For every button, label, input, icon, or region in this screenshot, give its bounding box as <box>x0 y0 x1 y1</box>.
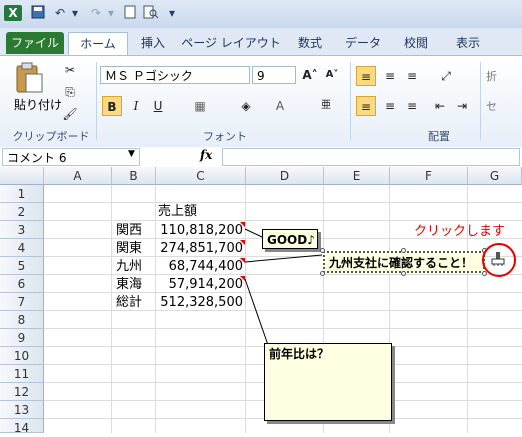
cut-icon[interactable]: ✂ <box>60 60 80 80</box>
phonetic-icon[interactable]: 亜 <box>316 96 336 116</box>
comment-good[interactable]: GOOD♪ <box>262 229 318 249</box>
alignment-group-label: 配置 <box>428 130 450 143</box>
save-icon[interactable] <box>30 5 46 21</box>
decrease-indent-icon[interactable]: ⇤ <box>430 96 450 116</box>
insert-function-icon[interactable]: fx <box>200 148 212 162</box>
tab-review[interactable]: 校閲 <box>396 32 436 54</box>
font-color-icon[interactable]: A <box>270 96 290 116</box>
ribbon: 貼り付け ✂ ⎘ 🖌 クリップボード ＭＳ Ｐゴシック 9 A˄ A˅ B I … <box>0 55 522 149</box>
align-center-icon[interactable]: ≡ <box>380 96 400 116</box>
ribbon-separator <box>350 62 351 140</box>
format-painter-icon[interactable]: 🖌 <box>60 104 80 124</box>
align-bottom-icon[interactable]: ≡ <box>402 66 422 86</box>
underline-button[interactable]: U <box>148 96 168 116</box>
tab-insert[interactable]: 挿入 <box>133 32 173 54</box>
wrap-text-button[interactable]: 折 <box>486 68 497 84</box>
resize-handle[interactable] <box>320 271 325 276</box>
merge-center-button[interactable]: セ <box>486 98 497 114</box>
font-group-label: フォント <box>203 130 247 143</box>
tab-home[interactable]: ホーム <box>68 32 128 55</box>
text-orientation-icon[interactable]: ⤢ <box>436 66 456 86</box>
undo-dropdown-icon[interactable]: ▾ <box>70 5 80 21</box>
border-icon[interactable]: ▦ <box>190 96 210 116</box>
formula-bar: コメント 6 ▼ fx <box>0 147 522 168</box>
ribbon-tab-row: ファイル ホーム 挿入 ページ レイアウト 数式 データ 校閲 表示 <box>0 28 522 55</box>
comment-kyushu[interactable]: 九州支社に確認すること！ <box>323 251 485 273</box>
tab-view[interactable]: 表示 <box>448 32 488 54</box>
resize-handle[interactable] <box>401 248 406 253</box>
comment-arrows <box>240 222 323 346</box>
redo-icon[interactable]: ↷ <box>88 5 104 21</box>
comment-indicator <box>240 276 245 281</box>
new-doc-icon[interactable] <box>122 5 138 21</box>
increase-indent-icon[interactable]: ⇥ <box>452 96 472 116</box>
format-brush-icon[interactable] <box>490 251 506 271</box>
align-top-icon[interactable]: ≡ <box>356 66 376 86</box>
formula-input[interactable] <box>222 148 520 166</box>
tab-formulas[interactable]: 数式 <box>290 32 330 54</box>
title-bar: X ↶ ▾ ↷ ▾ ▾ <box>0 0 522 29</box>
italic-button[interactable]: I <box>126 96 146 116</box>
resize-handle[interactable] <box>401 271 406 276</box>
print-preview-icon[interactable] <box>142 5 160 21</box>
ribbon-separator <box>96 62 97 140</box>
align-left-icon[interactable]: ≡ <box>356 96 376 116</box>
shrink-font-icon[interactable]: A˅ <box>322 65 342 85</box>
excel-logo-icon: X <box>4 5 22 21</box>
comment-leader-line <box>244 254 323 263</box>
fill-color-icon[interactable]: ◈ <box>236 96 256 116</box>
align-right-icon[interactable]: ≡ <box>402 96 422 116</box>
font-size-select[interactable]: 9 <box>252 66 296 84</box>
tab-page-layout[interactable]: ページ レイアウト <box>180 32 282 54</box>
name-box[interactable]: コメント 6 <box>2 148 140 166</box>
comment-leader-line <box>244 278 269 346</box>
resize-handle[interactable] <box>320 248 325 253</box>
paste-button[interactable]: 貼り付け <box>14 96 62 113</box>
comment-indicator <box>240 258 245 263</box>
paste-icon[interactable] <box>14 62 44 94</box>
customize-toolbar-icon[interactable]: ▾ <box>166 5 178 21</box>
font-name-select[interactable]: ＭＳ Ｐゴシック <box>100 66 250 84</box>
worksheet-grid[interactable]: A B C D E F G 1 2 3 4 5 6 7 8 9 10 11 12… <box>0 167 522 435</box>
tab-file[interactable]: ファイル <box>6 32 64 54</box>
copy-icon[interactable]: ⎘ <box>60 82 80 102</box>
clipboard-group-label: クリップボード <box>12 130 90 143</box>
comment-yoy[interactable]: 前年比は？ <box>264 343 392 421</box>
name-box-dropdown-icon[interactable]: ▼ <box>128 149 135 159</box>
redo-dropdown-icon[interactable]: ▾ <box>106 5 116 21</box>
comment-indicator <box>240 222 245 227</box>
grow-font-icon[interactable]: A˄ <box>300 65 320 85</box>
undo-icon[interactable]: ↶ <box>52 5 68 21</box>
comment-leader-line <box>244 228 263 238</box>
click-annotation: クリックします <box>414 224 506 239</box>
comment-indicator <box>240 240 245 245</box>
tab-data[interactable]: データ <box>340 32 386 54</box>
bold-button[interactable]: B <box>102 96 122 116</box>
align-middle-icon[interactable]: ≡ <box>380 66 400 86</box>
